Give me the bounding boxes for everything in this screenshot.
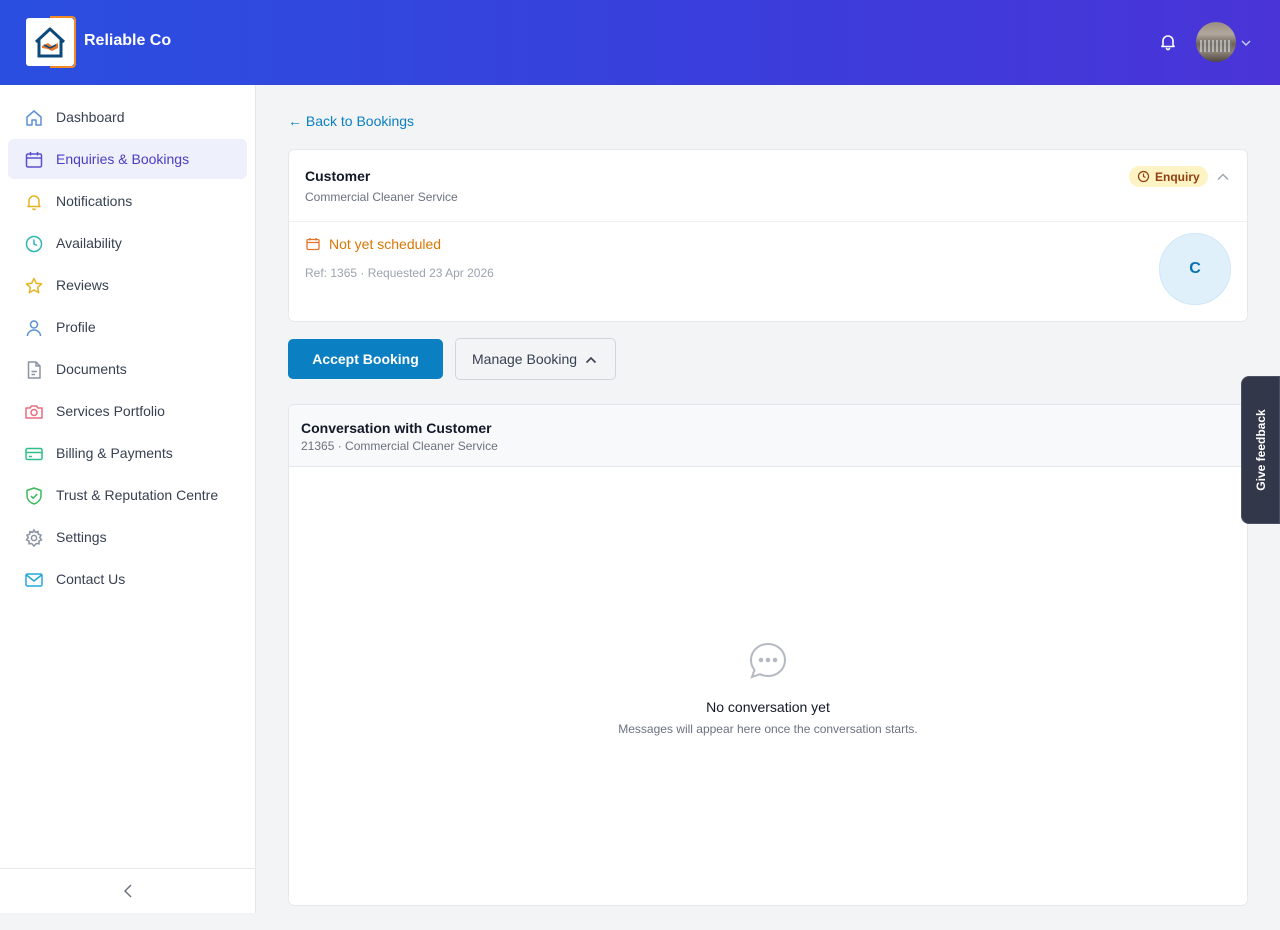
manage-booking-label: Manage Booking <box>472 351 578 367</box>
clock-icon <box>24 234 44 254</box>
clock-icon <box>1137 170 1150 183</box>
status-badge-label: Enquiry <box>1155 169 1200 184</box>
sidebar-item-documents[interactable]: Documents <box>8 349 247 389</box>
sidebar-item-label: Reviews <box>56 277 109 293</box>
calendar-icon <box>305 236 321 252</box>
divider <box>289 221 1247 222</box>
shield-check-icon <box>24 486 44 506</box>
sidebar-item-trust-reputation[interactable]: Trust & Reputation Centre <box>8 475 247 515</box>
bell-icon <box>24 192 44 212</box>
back-to-bookings-link[interactable]: ← Back to Bookings <box>288 113 414 129</box>
sidebar-item-availability[interactable]: Availability <box>8 223 247 263</box>
mail-icon <box>24 570 44 590</box>
user-avatar[interactable] <box>1196 22 1236 62</box>
camera-icon <box>24 402 44 422</box>
logo-accent <box>50 16 76 68</box>
sidebar-item-services-portfolio[interactable]: Services Portfolio <box>8 391 247 431</box>
document-icon <box>24 360 44 380</box>
star-icon <box>24 276 44 296</box>
sidebar-item-label: Trust & Reputation Centre <box>56 487 219 503</box>
sidebar-item-label: Contact Us <box>56 571 126 587</box>
customer-name: Customer <box>305 168 371 184</box>
sidebar-item-label: Settings <box>56 529 107 545</box>
conversation-subtitle: 21365 · Commercial Cleaner Service <box>301 439 498 453</box>
sidebar-item-settings[interactable]: Settings <box>8 517 247 557</box>
conversation-header: Conversation with Customer 21365 · Comme… <box>289 405 1247 467</box>
chevron-up-icon[interactable] <box>1216 170 1230 184</box>
bell-icon[interactable] <box>1158 32 1178 52</box>
chat-bubble-icon <box>748 641 788 681</box>
booking-summary-card: Customer Commercial Cleaner Service Enqu… <box>288 149 1248 322</box>
sidebar-item-label: Profile <box>56 319 96 335</box>
empty-state-subtitle: Messages will appear here once the conve… <box>618 722 918 736</box>
manage-booking-button[interactable]: Manage Booking <box>455 338 616 380</box>
sidebar-item-label: Documents <box>56 361 127 377</box>
sidebar: Dashboard Enquiries & Bookings Notificat… <box>0 85 256 913</box>
user-icon <box>24 318 44 338</box>
calendar-icon <box>24 150 44 170</box>
sidebar-item-billing-payments[interactable]: Billing & Payments <box>8 433 247 473</box>
top-header: Reliable Co <box>0 0 1280 85</box>
give-feedback-label: Give feedback <box>1253 409 1268 491</box>
accept-booking-button[interactable]: Accept Booking <box>288 339 443 379</box>
sidebar-item-label: Services Portfolio <box>56 403 165 419</box>
sidebar-item-notifications[interactable]: Notifications <box>8 181 247 221</box>
schedule-status: Not yet scheduled <box>329 236 442 252</box>
conversation-title: Conversation with Customer <box>301 420 492 436</box>
give-feedback-tab[interactable]: Give feedback <box>1241 376 1280 524</box>
chevron-left-icon[interactable] <box>120 882 136 900</box>
sidebar-item-reviews[interactable]: Reviews <box>8 265 247 305</box>
sidebar-item-dashboard[interactable]: Dashboard <box>8 97 247 137</box>
service-name: Commercial Cleaner Service <box>305 190 458 204</box>
credit-card-icon <box>24 444 44 464</box>
brand-logo[interactable] <box>26 16 76 68</box>
sidebar-item-label: Billing & Payments <box>56 445 173 461</box>
sidebar-item-label: Availability <box>56 235 122 251</box>
booking-reference: Ref: 1365 · Requested 23 Apr 2026 <box>305 266 494 280</box>
sidebar-item-profile[interactable]: Profile <box>8 307 247 347</box>
gear-icon <box>24 528 44 548</box>
chevron-up-icon <box>584 353 598 367</box>
customer-avatar: C <box>1159 233 1231 305</box>
home-icon <box>24 108 44 128</box>
chevron-down-icon[interactable] <box>1240 36 1252 48</box>
sidebar-item-label: Notifications <box>56 193 133 209</box>
sidebar-item-label: Dashboard <box>56 109 125 125</box>
sidebar-item-contact-us[interactable]: Contact Us <box>8 559 247 599</box>
sidebar-item-label: Enquiries & Bookings <box>56 151 190 167</box>
brand-name[interactable]: Reliable Co <box>84 32 171 50</box>
sidebar-item-enquiries-bookings[interactable]: Enquiries & Bookings <box>8 139 247 179</box>
status-badge: Enquiry <box>1129 166 1208 187</box>
sidebar-footer <box>0 868 255 913</box>
conversation-panel: Conversation with Customer 21365 · Comme… <box>288 404 1248 906</box>
empty-state-title: No conversation yet <box>706 699 830 715</box>
